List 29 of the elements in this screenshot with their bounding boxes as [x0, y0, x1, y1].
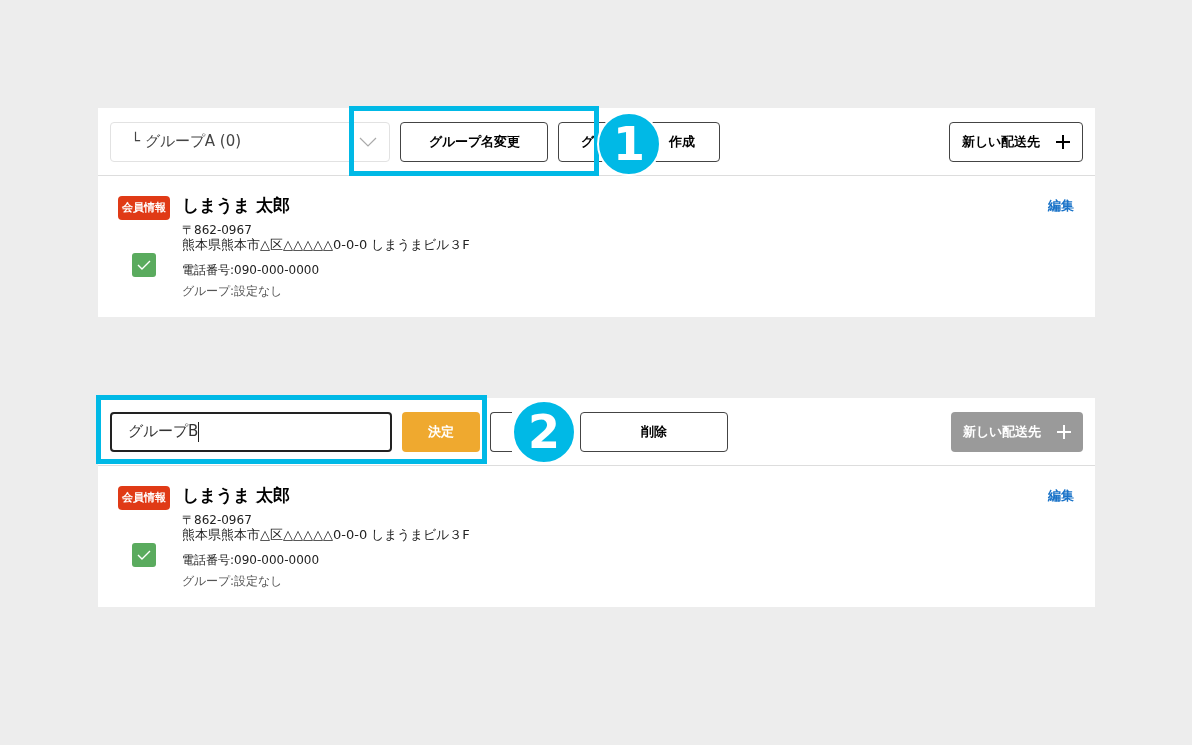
step-number: 1 [597, 112, 661, 176]
address-text: 熊本県熊本市△区△△△△△0-0-0 しまうまビル３F [182, 527, 470, 543]
checkmark-icon [137, 260, 151, 270]
group-name-field[interactable]: グループB [110, 411, 392, 452]
group-button[interactable] [490, 411, 512, 452]
group-label: グループ:設定なし [182, 284, 284, 298]
recipient-name: しまうま 太郎 [182, 194, 291, 217]
group-label: グループ:設定なし [182, 574, 284, 588]
checkbox[interactable] [132, 543, 156, 567]
group-button[interactable]: 削除 [580, 411, 728, 452]
plus-icon [1056, 134, 1070, 149]
address-text: 熊本県熊本市△区△△△△△0-0-0 しまうまビル３F [182, 237, 470, 253]
member-badge: 会員情報 [118, 486, 170, 510]
phone-number: 電話番号:090-000-0000 [182, 262, 321, 278]
group-select[interactable]: └ グループA (0) [110, 121, 390, 162]
phone-number: 電話番号:090-000-0000 [182, 552, 321, 568]
checkmark-icon [137, 550, 151, 560]
recipient-name: しまうま 太郎 [182, 484, 291, 507]
edit-link[interactable]: 編集 [1048, 486, 1074, 506]
plus-icon [1057, 424, 1071, 439]
new-address-button[interactable]: 新しい配送先 [949, 121, 1083, 162]
chevron-down-icon [359, 136, 377, 147]
step-number: 2 [512, 400, 576, 464]
postal-code: 〒862-0967 [182, 223, 253, 237]
edit-link[interactable]: 編集 [1048, 196, 1074, 216]
checkbox[interactable] [132, 253, 156, 277]
postal-code: 〒862-0967 [182, 513, 253, 527]
group-button[interactable]: グループ名変更 [400, 121, 548, 162]
member-badge: 会員情報 [118, 196, 170, 220]
